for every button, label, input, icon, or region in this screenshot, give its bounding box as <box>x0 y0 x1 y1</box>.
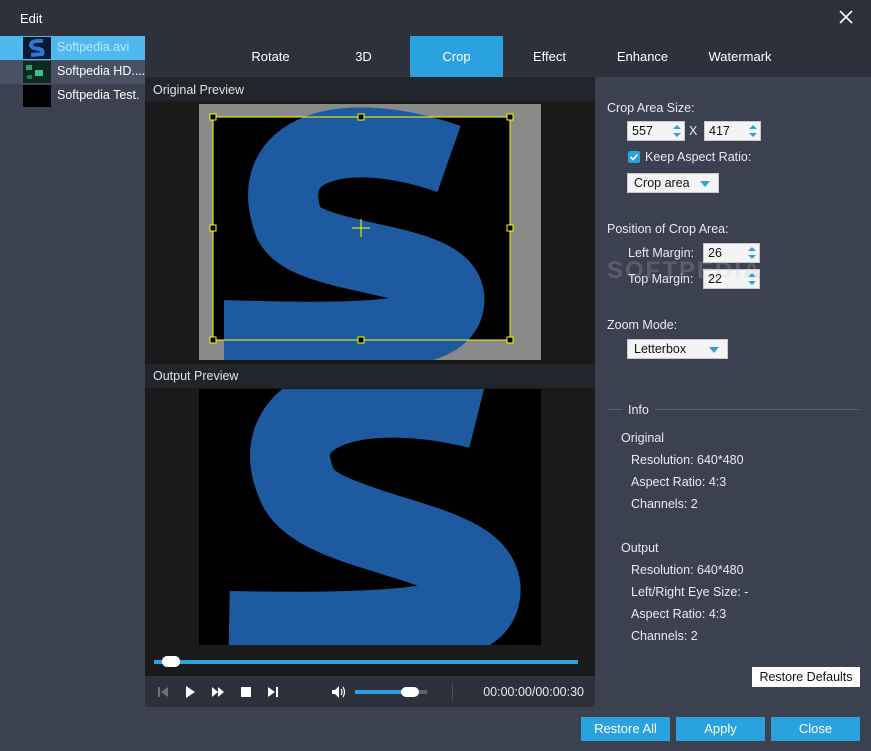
tab-crop[interactable]: Crop <box>410 36 503 77</box>
output-resolution: Resolution: 640*480 <box>631 563 744 577</box>
controls-divider <box>452 683 453 701</box>
aspect-mode-value: Crop area <box>634 176 690 190</box>
crop-width-value: 557 <box>632 124 653 138</box>
tab-3d[interactable]: 3D <box>318 36 409 77</box>
original-info-heading: Original <box>621 431 665 445</box>
file-thumbnail <box>23 85 51 107</box>
crop-height-input[interactable]: 417 <box>704 121 761 141</box>
output-aspect-ratio: Aspect Ratio: 4:3 <box>631 607 727 621</box>
original-preview <box>199 104 541 360</box>
file-item[interactable]: Softpedia.avi <box>0 36 145 60</box>
restore-all-button[interactable]: Restore All <box>581 717 670 741</box>
file-name: Softpedia Test. <box>57 88 140 102</box>
file-item[interactable]: Softpedia HD.... <box>0 60 145 84</box>
preview-area: Original Preview Output Preview <box>145 77 595 707</box>
timecode: 00:00:00/00:00:30 <box>483 685 584 699</box>
file-thumbnail <box>23 37 51 59</box>
original-preview-label: Original Preview <box>153 83 245 97</box>
check-icon <box>629 153 639 161</box>
play-icon[interactable] <box>182 684 198 700</box>
tab-rotate[interactable]: Rotate <box>223 36 318 77</box>
close-icon[interactable] <box>835 6 857 28</box>
output-preview <box>199 389 541 645</box>
volume-slider[interactable] <box>355 687 427 697</box>
keep-aspect-checkbox[interactable] <box>628 151 640 163</box>
crop-width-input[interactable]: 557 <box>627 121 685 141</box>
aspect-mode-dropdown[interactable]: Crop area <box>627 173 719 193</box>
tab-bar: Rotate 3D Crop Effect Enhance Watermark <box>145 36 871 77</box>
crop-height-value: 417 <box>709 124 730 138</box>
file-name: Softpedia HD.... <box>57 64 146 78</box>
spinner-arrows-icon[interactable] <box>673 124 681 138</box>
file-item[interactable]: Softpedia Test. <box>0 84 145 108</box>
zoom-mode-label: Zoom Mode: <box>607 318 678 332</box>
file-list: Softpedia.avi Softpedia HD.... Softpedia… <box>0 36 145 751</box>
output-preview-label: Output Preview <box>153 369 239 383</box>
skip-end-icon[interactable] <box>265 684 281 700</box>
original-channels: Channels: 2 <box>631 497 698 511</box>
crop-area-size-label: Crop Area Size: <box>607 101 695 115</box>
output-video-frame <box>199 389 541 645</box>
size-separator: X <box>689 124 698 138</box>
spinner-arrows-icon[interactable] <box>749 124 757 138</box>
volume-icon[interactable] <box>330 684 346 700</box>
original-aspect-ratio: Aspect Ratio: 4:3 <box>631 475 727 489</box>
crop-position-label: Position of Crop Area: <box>607 222 729 236</box>
tab-effect[interactable]: Effect <box>503 36 596 77</box>
output-preview-header: Output Preview <box>145 364 595 388</box>
chevron-down-icon <box>709 347 719 353</box>
zoom-mode-dropdown[interactable]: Letterbox <box>627 339 728 359</box>
output-channels: Channels: 2 <box>631 629 698 643</box>
progress-slider[interactable] <box>154 655 578 669</box>
playback-controls: 00:00:00/00:00:30 <box>145 676 595 707</box>
tab-enhance[interactable]: Enhance <box>596 36 689 77</box>
volume-fill <box>355 690 405 694</box>
zoom-mode-value: Letterbox <box>634 342 687 356</box>
crop-settings-panel: Crop Area Size: 557 X 417 Keep Aspect Ra… <box>595 77 871 707</box>
fast-forward-icon[interactable] <box>210 684 226 700</box>
original-resolution: Resolution: 640*480 <box>631 453 744 467</box>
keep-aspect-label: Keep Aspect Ratio: <box>645 150 752 164</box>
file-thumbnail <box>23 61 51 83</box>
softpedia-watermark: SOFTPEDIA <box>607 257 763 284</box>
restore-defaults-button[interactable]: Restore Defaults <box>752 667 860 687</box>
apply-button[interactable]: Apply <box>676 717 765 741</box>
window-title: Edit <box>20 11 43 26</box>
progress-track <box>154 660 578 664</box>
file-name: Softpedia.avi <box>57 40 130 54</box>
output-info-heading: Output <box>621 541 659 555</box>
close-button[interactable]: Close <box>771 717 860 741</box>
chevron-down-icon <box>700 181 710 187</box>
volume-thumb[interactable] <box>401 687 419 697</box>
tab-watermark[interactable]: Watermark <box>689 36 791 77</box>
stop-icon[interactable] <box>238 684 254 700</box>
crop-box[interactable] <box>209 113 514 344</box>
info-heading: Info <box>622 403 655 417</box>
bottom-button-bar: Restore All Apply Close <box>145 707 871 751</box>
progress-thumb[interactable] <box>162 656 180 667</box>
output-eye-size: Left/Right Eye Size: - <box>631 585 749 599</box>
original-preview-header: Original Preview <box>145 77 595 101</box>
skip-start-icon[interactable] <box>155 684 171 700</box>
title-bar: Edit <box>0 0 871 36</box>
